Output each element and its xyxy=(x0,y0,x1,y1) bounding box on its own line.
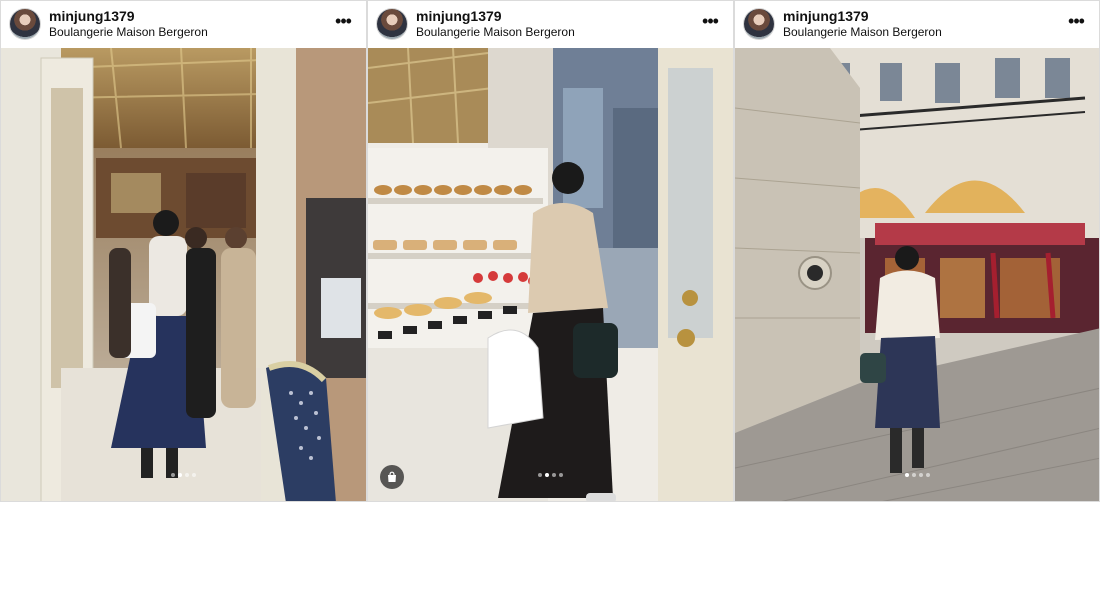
more-options-button[interactable]: ••• xyxy=(332,10,354,32)
carousel-dot-active xyxy=(904,473,909,477)
carousel-dot xyxy=(185,473,189,477)
pastry-display-photo xyxy=(368,48,733,501)
post-header: minjung1379 Boulangerie Maison Bergeron … xyxy=(368,1,733,47)
more-horizontal-icon: ••• xyxy=(702,11,719,31)
more-horizontal-icon: ••• xyxy=(1068,11,1085,31)
carousel-dot-active xyxy=(545,473,549,477)
location-link[interactable]: Boulangerie Maison Bergeron xyxy=(416,25,575,39)
bakery-doorway-photo xyxy=(1,48,366,501)
carousel-dot xyxy=(911,473,916,477)
post-header: minjung1379 Boulangerie Maison Bergeron … xyxy=(735,1,1099,47)
shopping-bag-button[interactable] xyxy=(380,465,404,489)
post-card: minjung1379 Boulangerie Maison Bergeron … xyxy=(0,0,367,502)
username[interactable]: minjung1379 xyxy=(416,8,502,24)
avatar[interactable] xyxy=(377,9,407,39)
carousel-indicator xyxy=(368,464,733,482)
post-grid: minjung1379 Boulangerie Maison Bergeron … xyxy=(0,0,1100,503)
location-link[interactable]: Boulangerie Maison Bergeron xyxy=(783,25,942,39)
username[interactable]: minjung1379 xyxy=(783,8,869,24)
carousel-dot-active xyxy=(178,473,182,477)
post-photo[interactable] xyxy=(1,48,366,501)
shopping-bag-icon xyxy=(388,471,396,482)
courtyard-street-photo xyxy=(735,48,1099,501)
post-card: minjung1379 Boulangerie Maison Bergeron … xyxy=(734,0,1100,502)
avatar[interactable] xyxy=(744,9,774,39)
avatar[interactable] xyxy=(10,9,40,39)
carousel-dot xyxy=(559,473,563,477)
carousel-dot xyxy=(925,473,930,477)
more-options-button[interactable]: ••• xyxy=(1065,10,1087,32)
post-photo[interactable] xyxy=(735,48,1099,501)
username[interactable]: minjung1379 xyxy=(49,8,135,24)
more-options-button[interactable]: ••• xyxy=(699,10,721,32)
carousel-dot xyxy=(918,473,923,477)
carousel-dot xyxy=(171,473,175,477)
post-header: minjung1379 Boulangerie Maison Bergeron … xyxy=(1,1,366,47)
more-horizontal-icon: ••• xyxy=(335,11,352,31)
post-photo[interactable] xyxy=(368,48,733,501)
carousel-dot xyxy=(538,473,542,477)
post-card: minjung1379 Boulangerie Maison Bergeron … xyxy=(367,0,734,502)
carousel-dot xyxy=(192,473,196,477)
carousel-indicator xyxy=(735,464,1099,482)
carousel-dot xyxy=(552,473,556,477)
location-link[interactable]: Boulangerie Maison Bergeron xyxy=(49,25,208,39)
carousel-indicator xyxy=(1,464,366,482)
